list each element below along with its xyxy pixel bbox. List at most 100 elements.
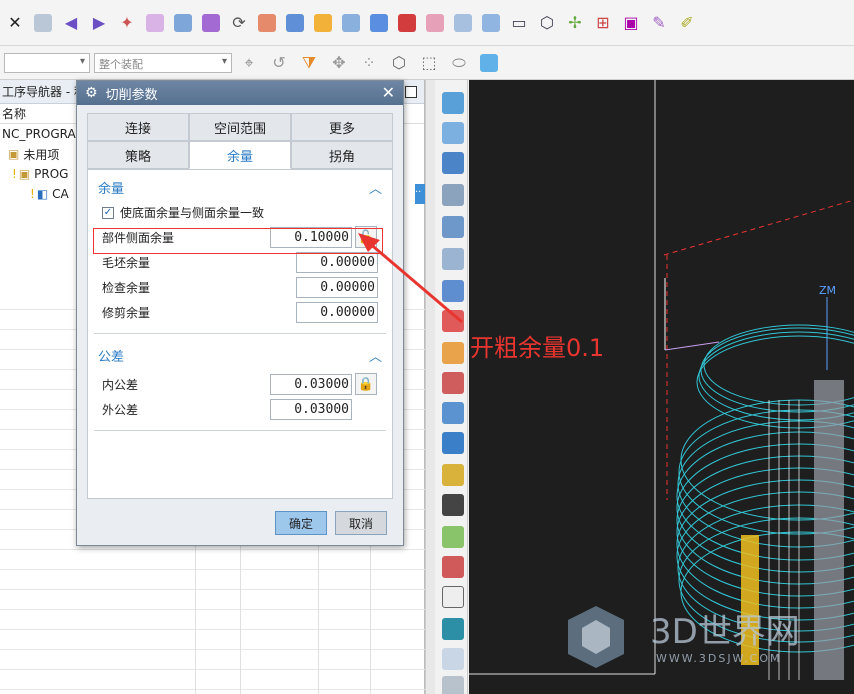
field-label: 内公差 xyxy=(102,378,139,392)
close-x-icon[interactable]: ✕ xyxy=(2,10,28,36)
arrow-left-icon[interactable]: ◀ xyxy=(58,10,84,36)
rectangle-icon[interactable]: ▭ xyxy=(506,10,532,36)
field-label: 检查余量 xyxy=(102,281,151,295)
tab-more[interactable]: 更多 xyxy=(291,113,393,141)
shop-doc-icon[interactable] xyxy=(442,402,464,424)
selection-highlight: .. xyxy=(415,184,425,204)
intol-input[interactable]: 0.03000 xyxy=(270,374,352,395)
gear-icon: ⚙ xyxy=(85,85,98,101)
main-toolbar: ✕ ◀ ▶ ✦ ⟳ ▭ ⬡ ✢ ⊞ ▣ ✎ ✐ xyxy=(0,0,854,46)
selection-toolbar: 整个装配 ⌖ ↺ ⧩ ✥ ⁘ ⬡ ⬚ ⬭ xyxy=(0,46,854,80)
tab-strategy[interactable]: 策略 xyxy=(87,141,189,169)
folder-icon: ▣ xyxy=(18,167,31,181)
chevron-up-icon[interactable]: ︿ xyxy=(369,346,382,365)
cancel-button[interactable]: 取消 xyxy=(335,511,387,535)
tool-icon[interactable] xyxy=(442,122,464,144)
tree-label: NC_PROGRAM xyxy=(2,127,87,141)
method-icon[interactable] xyxy=(442,184,464,206)
rotate-icon[interactable]: ⟳ xyxy=(226,10,252,36)
dialog-title: 切削参数 xyxy=(105,87,158,103)
dialog-title-bar[interactable]: ⚙ 切削参数 ✕ xyxy=(77,81,403,105)
export-icon[interactable] xyxy=(442,556,464,578)
polygon-icon[interactable]: ⬡ xyxy=(386,50,412,76)
wrench-icon[interactable]: ✎ xyxy=(646,10,672,36)
close-icon[interactable]: ✕ xyxy=(382,83,395,102)
watermark: 3D世界网 WWW.3DSJW.COM xyxy=(566,598,836,688)
hexagon-icon[interactable]: ⬡ xyxy=(534,10,560,36)
show-icon[interactable]: ⬭ xyxy=(446,50,472,76)
outtol-input[interactable]: 0.03000 xyxy=(270,399,352,420)
extrude-icon[interactable] xyxy=(282,10,308,36)
folder-icon: ▣ xyxy=(8,147,20,161)
assembly-scope-combo[interactable]: 整个装配 xyxy=(94,52,232,73)
resource-bar[interactable] xyxy=(425,80,435,694)
move-icon[interactable] xyxy=(170,10,196,36)
shell-icon[interactable] xyxy=(366,10,392,36)
column-divider xyxy=(240,534,241,694)
edge-icon[interactable] xyxy=(338,10,364,36)
select-icon[interactable]: ⌖ xyxy=(236,50,262,76)
blend-icon[interactable] xyxy=(310,10,336,36)
section-divider xyxy=(94,430,386,431)
copy-icon[interactable] xyxy=(30,10,56,36)
text-icon[interactable] xyxy=(442,494,464,516)
pencil-icon[interactable] xyxy=(442,526,464,548)
mirror-icon[interactable] xyxy=(422,10,448,36)
postprocess-icon[interactable] xyxy=(442,372,464,394)
tree-label: 未用项 xyxy=(23,147,60,162)
operation-icon: ◧ xyxy=(36,187,49,201)
filter-icon[interactable]: ⧩ xyxy=(296,50,322,76)
tab-connect[interactable]: 连接 xyxy=(87,113,189,141)
axis-icon[interactable]: ✢ xyxy=(562,10,588,36)
tab-stock[interactable]: 余量 xyxy=(189,141,291,169)
list-icon[interactable] xyxy=(442,432,464,454)
information-icon[interactable] xyxy=(442,464,464,486)
point-icon[interactable]: ⊞ xyxy=(590,10,616,36)
move-icon-2[interactable]: ✥ xyxy=(326,50,352,76)
tolerance-section-header[interactable]: 公差 ︿ xyxy=(88,342,392,368)
brush-icon[interactable]: ✐ xyxy=(674,10,700,36)
pattern-icon[interactable] xyxy=(478,10,504,36)
measure-icon[interactable] xyxy=(442,648,464,670)
section-divider xyxy=(94,333,386,334)
program-icon[interactable] xyxy=(442,92,464,114)
solid-icon[interactable] xyxy=(394,10,420,36)
marquee-icon[interactable]: ⬚ xyxy=(416,50,442,76)
section-title: 余量 xyxy=(98,181,125,197)
tab-corners[interactable]: 拐角 xyxy=(291,141,393,169)
tab-strip: 连接 空间范围 更多 策略 余量 拐角 xyxy=(87,113,393,169)
cube-icon[interactable] xyxy=(198,10,224,36)
pattern-2-icon[interactable]: ⁘ xyxy=(356,50,382,76)
outtol-row: 外公差 0.03000 xyxy=(88,397,392,422)
split-icon[interactable] xyxy=(450,10,476,36)
watermark-url: WWW.3DSJW.COM xyxy=(656,652,782,665)
column-divider xyxy=(370,534,371,694)
filter-combo[interactable] xyxy=(4,52,90,73)
trim-stock-row: 修剪余量 0.00000 xyxy=(88,300,392,325)
printer-icon[interactable] xyxy=(442,676,464,694)
snap-icon[interactable]: ↺ xyxy=(266,50,292,76)
chevron-up-icon[interactable]: ︿ xyxy=(369,178,382,197)
arrow-right-icon[interactable]: ▶ xyxy=(86,10,112,36)
circle-square-icon[interactable]: ▣ xyxy=(618,10,644,36)
ok-button[interactable]: 确定 xyxy=(275,511,327,535)
magic-wand-icon[interactable]: ✦ xyxy=(114,10,140,36)
use-floor-same-as-side-checkbox[interactable]: ✓ xyxy=(102,206,114,219)
tab-containment[interactable]: 空间范围 xyxy=(189,113,291,141)
layer-icon[interactable] xyxy=(254,10,280,36)
surface-icon[interactable] xyxy=(442,618,464,640)
transform-icon[interactable] xyxy=(142,10,168,36)
geometry-icon[interactable] xyxy=(442,152,464,174)
navigator-close-icon[interactable] xyxy=(405,86,417,98)
view-cube-icon[interactable] xyxy=(476,50,502,76)
simulate-icon[interactable] xyxy=(442,342,464,364)
checkbox-row[interactable]: ✓ 使底面余量与侧面余量一致 xyxy=(88,200,392,225)
intol-row: 内公差 0.03000 🔒 xyxy=(88,372,392,397)
axis-label: ZM xyxy=(819,284,836,297)
annotation-arrow xyxy=(358,233,463,324)
stock-section-header[interactable]: 余量 ︿ xyxy=(88,174,392,200)
document-icon[interactable] xyxy=(442,586,464,608)
tree-label: CA xyxy=(52,187,69,201)
lock-icon[interactable]: 🔒 xyxy=(355,373,377,395)
watermark-brand: 3D世界网 xyxy=(650,612,800,652)
